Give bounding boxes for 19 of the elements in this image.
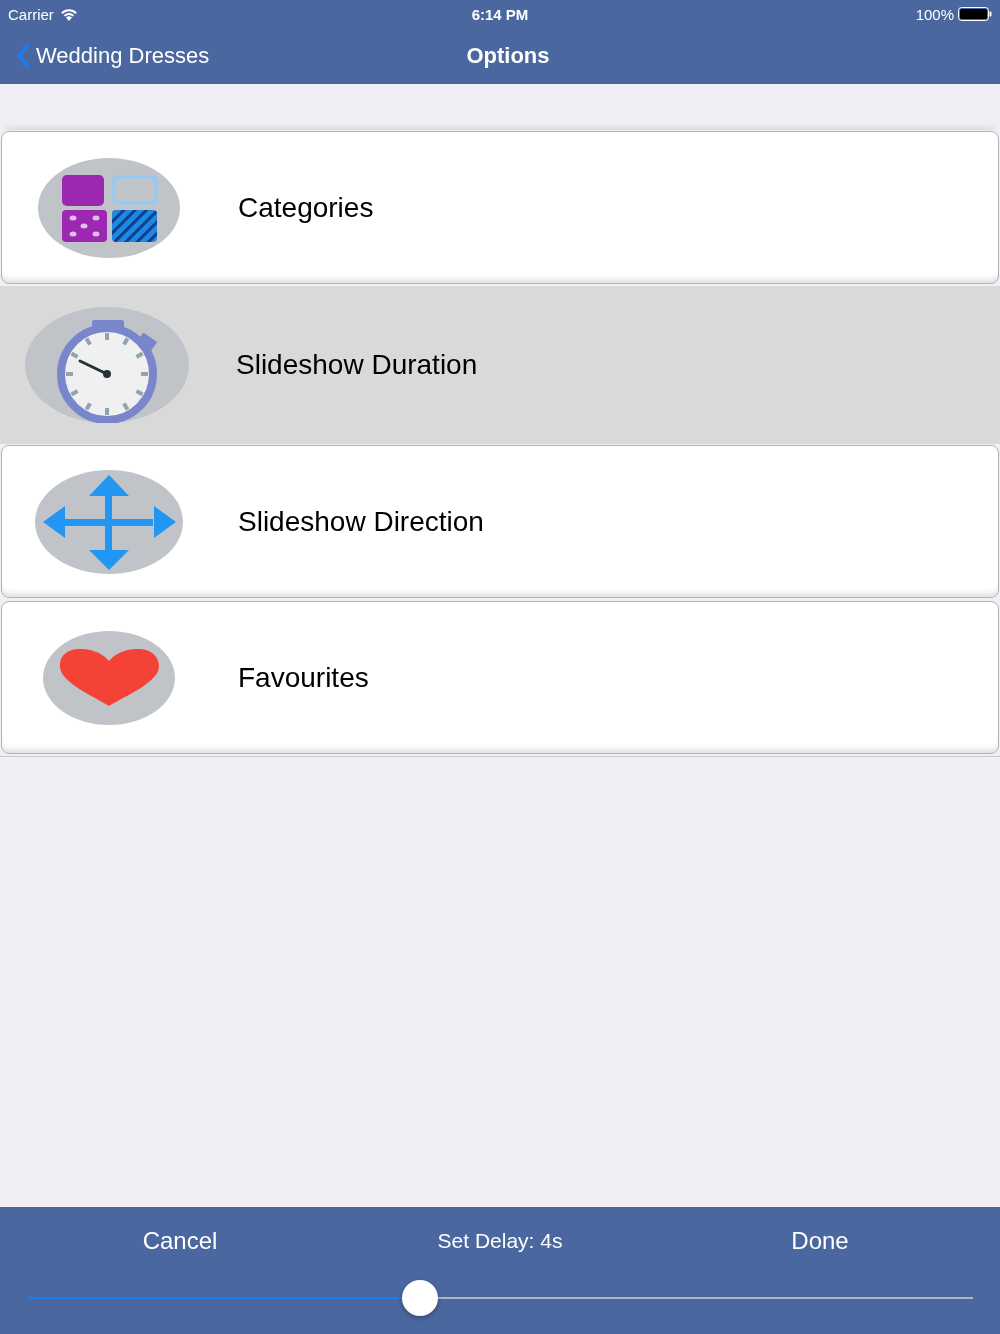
option-row[interactable]: Slideshow Direction xyxy=(1,445,999,598)
option-row[interactable]: Slideshow Duration xyxy=(0,286,1000,444)
move-arrows-icon xyxy=(35,469,183,574)
back-button[interactable]: Wedding Dresses xyxy=(16,43,210,69)
chevron-left-icon xyxy=(16,43,30,69)
slider-thumb[interactable] xyxy=(402,1280,439,1316)
cancel-button[interactable]: Cancel xyxy=(138,1225,222,1257)
done-button[interactable]: Done xyxy=(787,1225,853,1257)
option-row[interactable]: Favourites xyxy=(1,601,999,754)
carrier-label: Carrier xyxy=(8,5,54,23)
delay-caption: Set Delay: 4s xyxy=(437,1229,563,1253)
nav-title: Options xyxy=(466,43,550,69)
battery-percent: 100% xyxy=(915,5,954,23)
battery-icon xyxy=(958,7,992,21)
wifi-icon xyxy=(59,7,78,21)
stopwatch-icon xyxy=(25,307,189,423)
option-row[interactable]: Categories xyxy=(1,131,999,284)
tiles-icon xyxy=(38,157,180,258)
clock-time: 6:14 PM xyxy=(471,5,529,23)
